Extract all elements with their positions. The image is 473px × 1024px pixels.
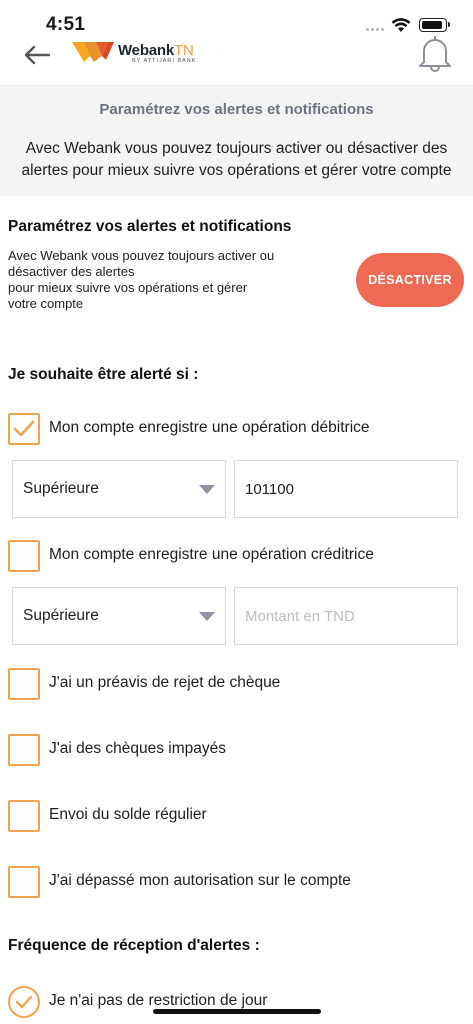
back-arrow-icon[interactable] bbox=[22, 44, 52, 66]
logo-subtitle: BY ATTIJARI BANK bbox=[132, 58, 197, 64]
regular-balance-row[interactable]: Envoi du solde régulier bbox=[8, 800, 468, 832]
app-header: WebankTN BY ATTIJARI BANK bbox=[0, 36, 473, 84]
overdraft-row[interactable]: J'ai dépassé mon autorisation sur le com… bbox=[8, 866, 468, 898]
debit-alert-label: Mon compte enregistre une opération débi… bbox=[49, 419, 370, 436]
status-time: 4:51 bbox=[46, 14, 86, 35]
status-bar: 4:51 bbox=[0, 0, 473, 44]
credit-condition-value: Supérieure bbox=[23, 607, 99, 624]
credit-alert-checkbox[interactable] bbox=[8, 540, 40, 572]
settings-title: Paramétrez vos alertes et notifications bbox=[8, 218, 292, 235]
credit-condition-select[interactable]: Supérieure bbox=[12, 587, 226, 645]
cheque-reject-row[interactable]: J'ai un préavis de rejet de chèque bbox=[8, 668, 468, 700]
debit-condition-value: Supérieure bbox=[23, 480, 99, 497]
debit-alert-row[interactable]: Mon compte enregistre une opération débi… bbox=[8, 413, 468, 445]
debit-condition-select[interactable]: Supérieure bbox=[12, 460, 226, 518]
no-restriction-radio[interactable] bbox=[8, 986, 40, 1018]
debit-amount-input[interactable] bbox=[234, 460, 458, 518]
logo-text: WebankTN bbox=[118, 42, 194, 59]
chevron-down-icon bbox=[199, 612, 215, 621]
settings-description: Avec Webank vous pouvez toujours activer… bbox=[8, 248, 275, 311]
notification-bell-icon[interactable] bbox=[418, 34, 452, 72]
credit-amount-input[interactable] bbox=[234, 587, 458, 645]
unpaid-cheques-row[interactable]: J'ai des chèques impayés bbox=[8, 734, 468, 766]
checkmark-icon bbox=[15, 995, 33, 1009]
banner-title: Paramétrez vos alertes et notifications bbox=[99, 101, 374, 118]
webank-logo: WebankTN BY ATTIJARI BANK bbox=[72, 42, 212, 68]
cellular-signal-icon bbox=[366, 28, 386, 34]
wifi-icon bbox=[391, 18, 411, 32]
no-restriction-label: Je n'ai pas de restriction de jour bbox=[49, 992, 268, 1009]
unpaid-cheques-label: J'ai des chèques impayés bbox=[49, 740, 227, 757]
unpaid-cheques-checkbox[interactable] bbox=[8, 734, 40, 766]
credit-alert-row[interactable]: Mon compte enregistre une opération créd… bbox=[8, 540, 468, 572]
home-indicator[interactable] bbox=[153, 1009, 321, 1014]
regular-balance-checkbox[interactable] bbox=[8, 800, 40, 832]
deactivate-button[interactable]: DÉSACTIVER bbox=[356, 253, 464, 307]
debit-alert-checkbox[interactable] bbox=[8, 413, 40, 445]
chevron-down-icon bbox=[199, 485, 215, 494]
info-banner: Paramétrez vos alertes et notifications … bbox=[0, 85, 473, 196]
regular-balance-label: Envoi du solde régulier bbox=[49, 806, 207, 823]
cheque-reject-label: J'ai un préavis de rejet de chèque bbox=[49, 674, 281, 691]
webank-mark-icon bbox=[72, 42, 114, 62]
credit-alert-label: Mon compte enregistre une opération créd… bbox=[49, 546, 374, 563]
overdraft-label: J'ai dépassé mon autorisation sur le com… bbox=[49, 872, 351, 889]
frequency-title: Fréquence de réception d'alertes : bbox=[8, 937, 260, 954]
alerts-title: Je souhaite être alerté si : bbox=[8, 366, 199, 383]
battery-icon bbox=[419, 18, 450, 32]
cheque-reject-checkbox[interactable] bbox=[8, 668, 40, 700]
checkmark-icon bbox=[13, 420, 35, 437]
banner-text: Avec Webank vous pouvez toujours activer… bbox=[21, 140, 452, 179]
overdraft-checkbox[interactable] bbox=[8, 866, 40, 898]
